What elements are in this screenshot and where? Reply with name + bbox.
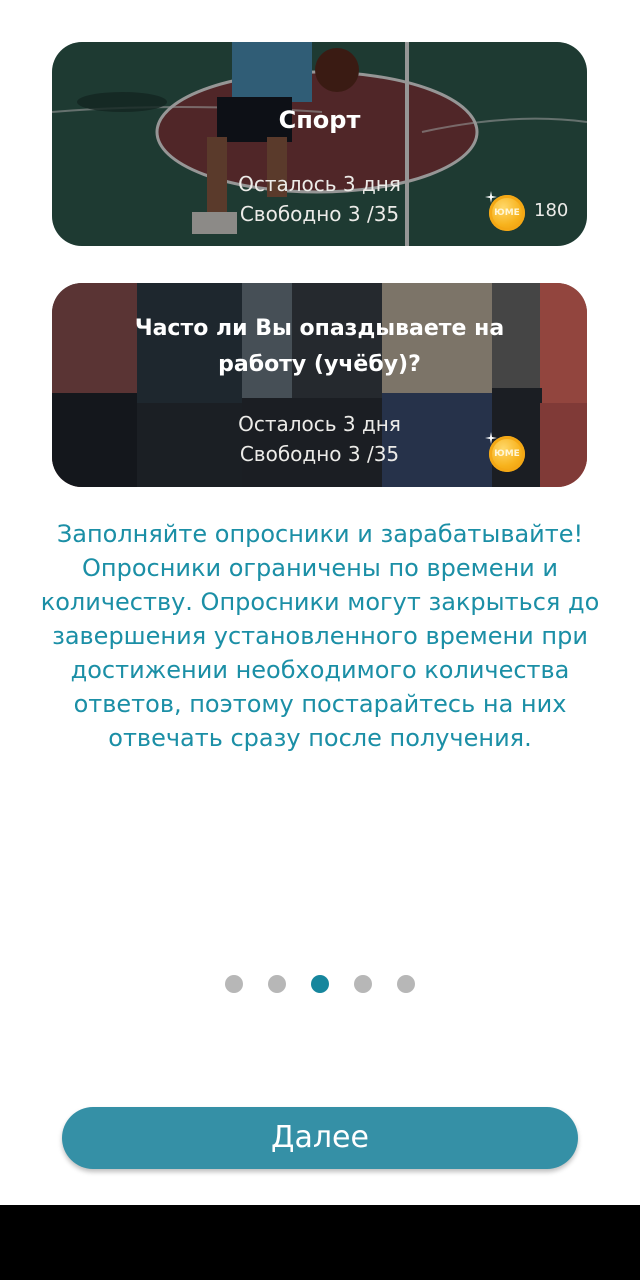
card-title: Спорт <box>278 106 361 134</box>
onboarding-description: Заполняйте опросники и зарабатывайте! Оп… <box>40 520 600 752</box>
coin-label: ЮМЕ <box>494 207 520 218</box>
remaining-time: Осталось 3 дня <box>238 412 401 436</box>
next-button[interactable]: Далее <box>62 1107 578 1169</box>
page-dot-3-active[interactable] <box>311 975 329 993</box>
page-dot-2[interactable] <box>268 975 286 993</box>
reward-amount: 180 <box>534 200 569 221</box>
system-navigation-bar <box>0 1205 640 1280</box>
card-title: Часто ли Вы опаздываете на работу (учёбу… <box>134 316 505 377</box>
page-dot-1[interactable] <box>225 975 243 993</box>
survey-card-sport[interactable]: Спорт Осталось 3 дня Свободно 3 /35 ЮМЕ … <box>52 42 587 246</box>
coin-icon: ЮМЕ <box>485 432 525 472</box>
page-indicator <box>0 975 640 993</box>
coin-icon: ЮМЕ <box>485 191 525 231</box>
survey-card-lateness[interactable]: Часто ли Вы опаздываете на работу (учёбу… <box>52 283 587 487</box>
coin-label: ЮМЕ <box>494 448 520 459</box>
page-dot-4[interactable] <box>354 975 372 993</box>
page-dot-5[interactable] <box>397 975 415 993</box>
